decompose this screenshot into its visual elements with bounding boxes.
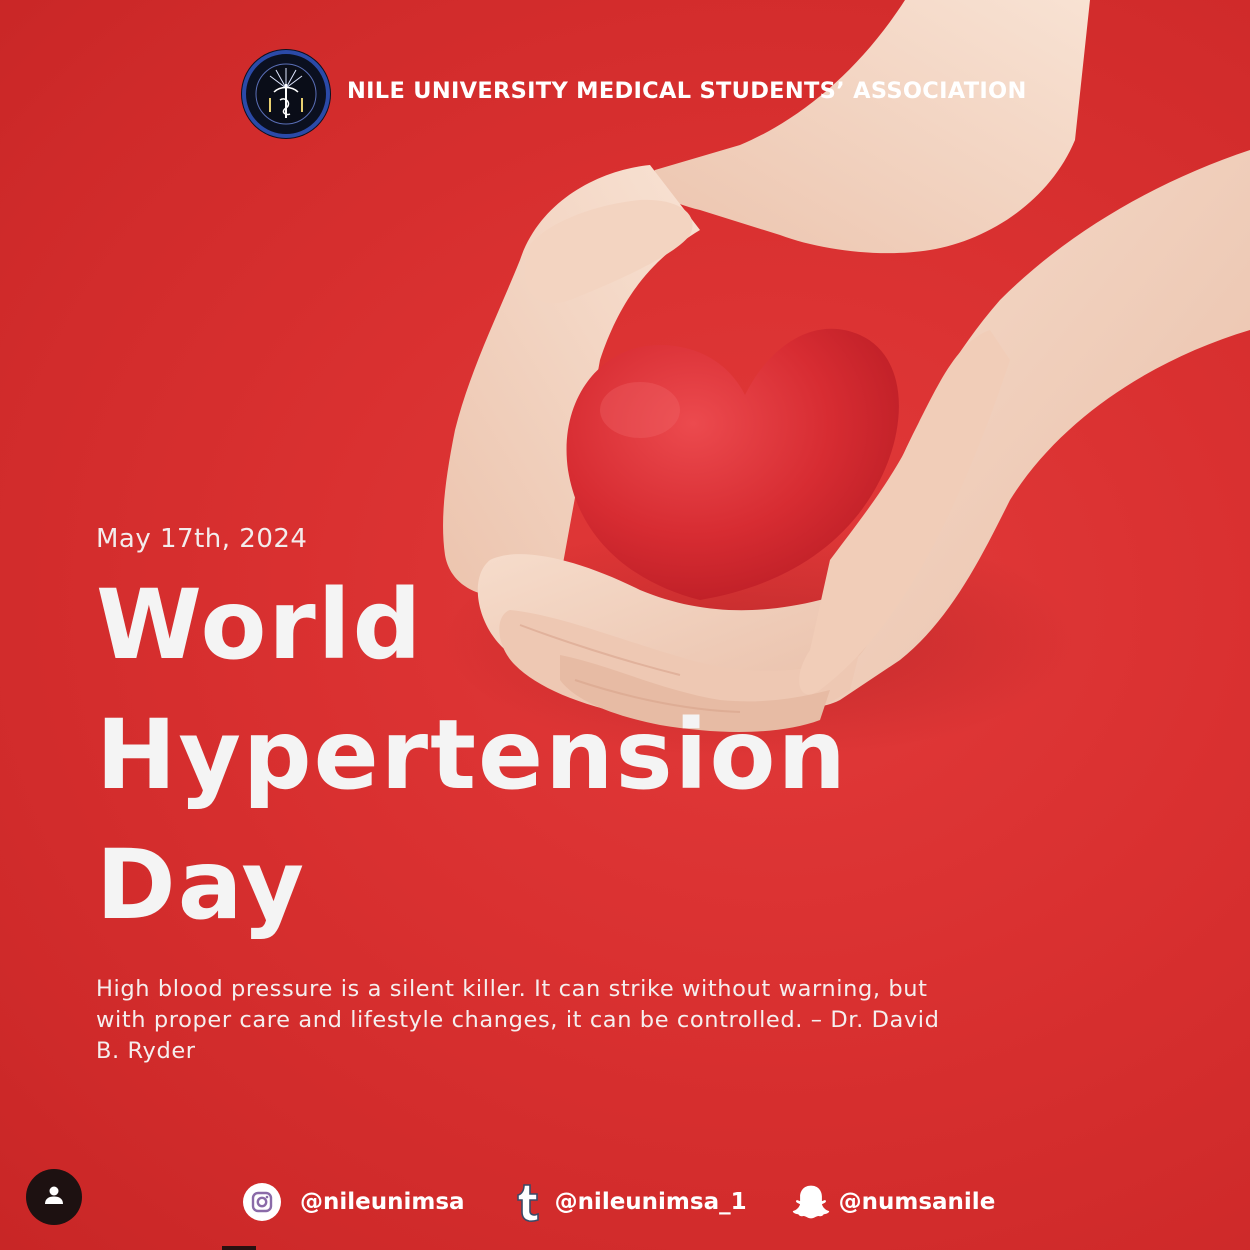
- instagram-icon: [242, 1182, 282, 1222]
- instagram-link[interactable]: @nileunimsa: [242, 1182, 465, 1222]
- snapchat-handle: @numsanile: [838, 1189, 996, 1215]
- title-line-1: World: [96, 569, 424, 681]
- snapchat-icon: [791, 1182, 831, 1222]
- numsa-caduceus-seal-icon: [240, 48, 332, 140]
- title-line-3: Day: [96, 829, 307, 941]
- social-handles: @nileunimsa @nileunimsa_1 @numsanile: [242, 1180, 1039, 1224]
- title-line-2: Hypertension: [96, 699, 848, 811]
- event-title: World Hypertension Day: [96, 560, 848, 950]
- instagram-handle: @nileunimsa: [300, 1189, 465, 1215]
- event-date: May 17th, 2024: [96, 524, 308, 554]
- bottom-edge-marker: [222, 1246, 256, 1250]
- quote-text: High blood pressure is a silent killer. …: [96, 976, 940, 1064]
- tumblr-icon: [509, 1182, 549, 1222]
- organization-name: NILE UNIVERSITY MEDICAL STUDENTS’ ASSOCI…: [347, 78, 1027, 104]
- snapchat-link[interactable]: @numsanile: [791, 1182, 996, 1222]
- tumblr-link[interactable]: @nileunimsa_1: [509, 1182, 747, 1222]
- poster: NILE UNIVERSITY MEDICAL STUDENTS’ ASSOCI…: [0, 0, 1250, 1250]
- tumblr-handle: @nileunimsa_1: [554, 1189, 747, 1215]
- user-icon: [43, 1184, 65, 1210]
- profile-avatar-button[interactable]: [26, 1169, 82, 1225]
